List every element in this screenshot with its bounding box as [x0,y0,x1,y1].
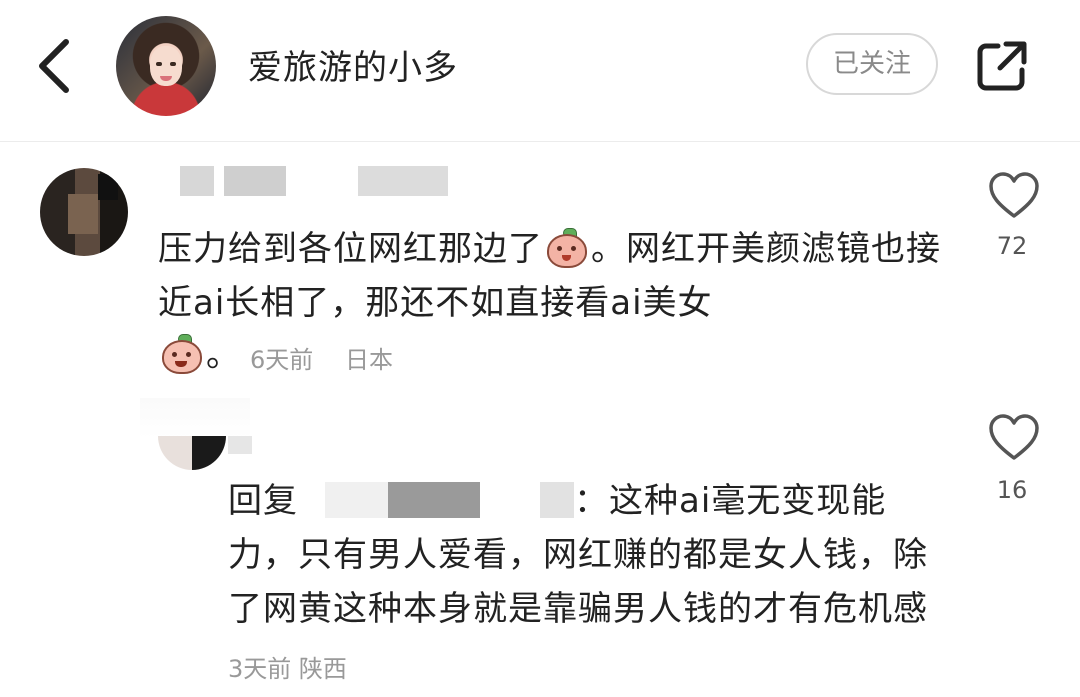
share-external-icon[interactable] [974,38,1030,94]
author-username[interactable]: 爱旅游的小多 [248,40,458,89]
redacted-reply-target [388,482,480,518]
redacted-username [228,436,252,454]
heart-outline-icon[interactable] [988,172,1040,220]
comment-text: 压力给到各位网红那边了 。网红开美颜滤镜也接近ai长相了，那还不如直接看ai美女 [158,222,958,330]
comment-location: 日本 [345,346,393,374]
header-divider [0,141,1080,142]
peach-annoyed-emoji [160,334,204,374]
redacted-reply-target [480,482,540,518]
comment-text-part: 压力给到各位网红那边了 [158,229,543,269]
follow-button[interactable]: 已关注 [806,33,938,95]
top-bar: 爱旅游的小多 已关注 [0,0,1080,140]
reply-location: 陕西 [298,655,347,683]
blurred-area [140,398,250,438]
peach-shy-emoji [545,228,589,268]
redacted-username [358,166,448,196]
reply-avatar[interactable] [158,436,226,470]
reply-time: 3天前 [228,655,292,683]
like-count: 72 [996,232,1028,260]
author-avatar[interactable] [116,16,216,116]
redacted-reply-target [298,482,388,518]
comment-emoji-row: 。 [158,330,240,378]
like-count: 16 [996,476,1028,504]
comment-trailing-punct: 。 [206,335,240,375]
reply-text: 回复 ：这种ai毫无变现能力，只有男人爱看，网红赚的都是女人钱，除了网黄这种本身就… [228,474,948,696]
redacted-username [224,166,286,196]
reply-prefix: 回复 [228,481,298,521]
redacted-username [180,166,214,196]
heart-outline-icon[interactable] [988,414,1040,462]
chevron-left-icon[interactable] [28,30,84,100]
commenter-avatar[interactable] [40,168,128,256]
redacted-reply-target [540,482,574,518]
comment-time: 6天前 [250,346,314,374]
